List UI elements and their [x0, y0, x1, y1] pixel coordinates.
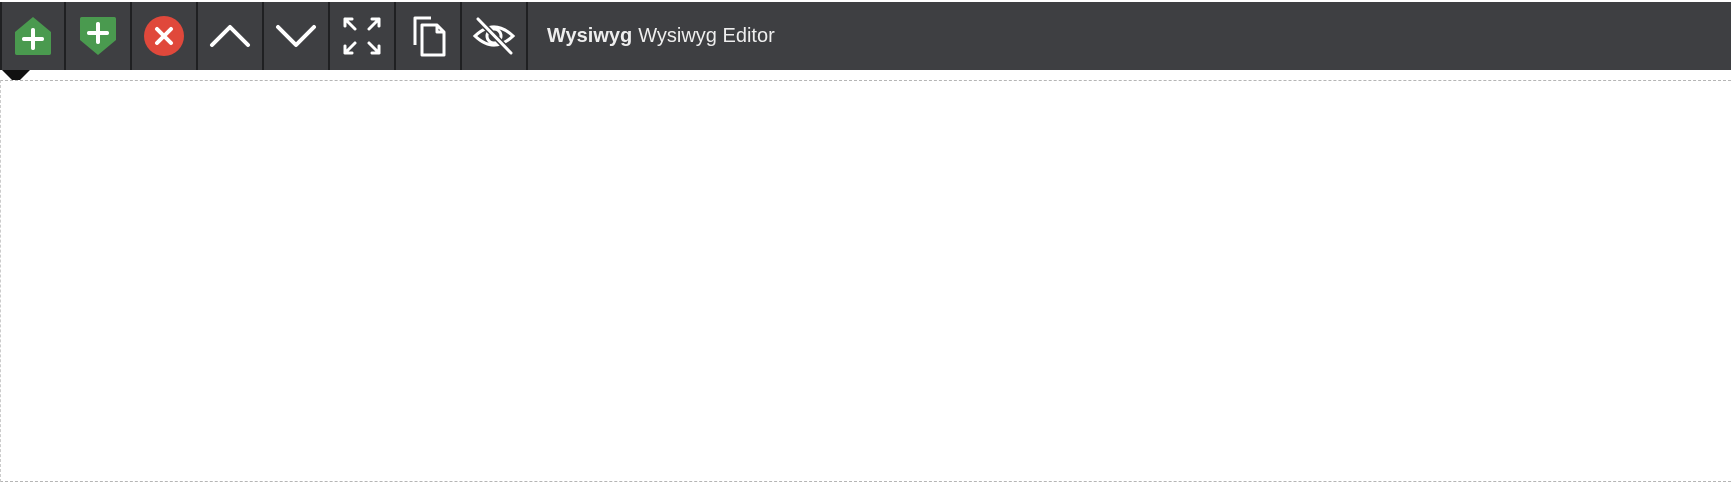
move-up-button[interactable]	[198, 2, 264, 70]
eye-slash-icon	[472, 16, 516, 56]
add-below-button[interactable]	[66, 2, 132, 70]
hide-button[interactable]	[462, 2, 528, 70]
add-down-arrow-icon	[80, 17, 116, 55]
copy-icon	[413, 16, 446, 57]
add-up-arrow-icon	[15, 17, 51, 55]
copy-button[interactable]	[396, 2, 462, 70]
block-name-label: Wysiwyg Editor	[638, 24, 775, 47]
remove-button[interactable]	[132, 2, 198, 70]
block-title: Wysiwyg Wysiwyg Editor	[528, 2, 775, 70]
close-circle-icon	[144, 16, 184, 56]
add-above-button[interactable]	[0, 2, 66, 70]
wysiwyg-content-area[interactable]	[0, 80, 1731, 482]
move-down-button[interactable]	[264, 2, 330, 70]
block-type-label: Wysiwyg	[547, 24, 633, 47]
chevron-down-icon	[276, 25, 316, 47]
page: Wysiwyg Wysiwyg Editor	[0, 0, 1731, 486]
chevron-up-icon	[210, 25, 250, 47]
expand-button[interactable]	[330, 2, 396, 70]
block-toolbar: Wysiwyg Wysiwyg Editor	[0, 2, 1731, 70]
expand-icon	[343, 17, 381, 55]
